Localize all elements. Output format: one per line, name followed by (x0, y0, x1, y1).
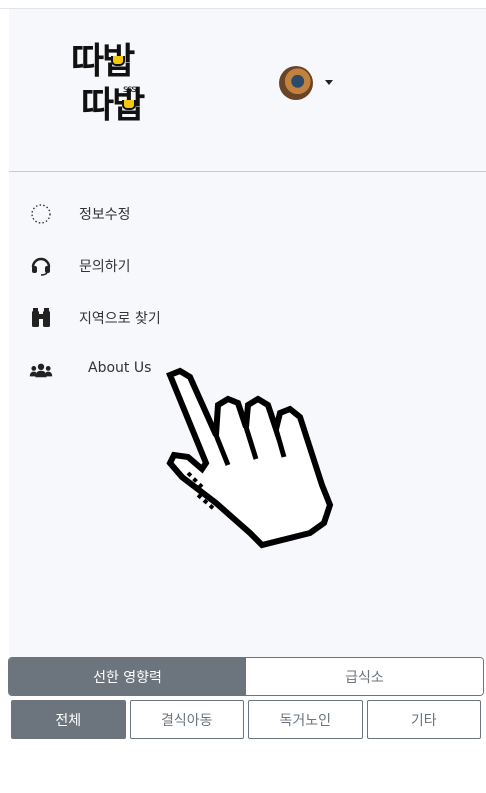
menu-item-label: 문의하기 (79, 259, 131, 275)
menu-item-about-us[interactable]: About Us (9, 350, 486, 390)
filter-all[interactable]: 전체 (11, 700, 126, 739)
avatar[interactable] (279, 66, 313, 100)
menu-item-edit-profile[interactable]: 정보수정 (9, 194, 486, 234)
menu-item-contact[interactable]: 문의하기 (9, 246, 486, 286)
menu-item-label: 지역으로 찾기 (79, 311, 161, 327)
top-divider (0, 0, 486, 9)
users-icon (29, 360, 53, 380)
category-tabs: 선한 영향력 급식소 (8, 657, 484, 696)
binoculars-icon (29, 308, 53, 328)
menu-item-label: 정보수정 (79, 207, 131, 223)
logo-bowl-icon (122, 100, 136, 110)
sidebar-header: 따밥 sss 따밥 (9, 9, 486, 172)
tab-good-influence[interactable]: 선한 영향력 (9, 658, 246, 695)
sidebar: 따밥 sss 따밥 정보수정 문의하기 지역으로 찾기 About Us (9, 9, 486, 657)
headset-icon (29, 256, 53, 276)
dotted-circle-icon (29, 204, 53, 224)
filter-tabs: 전체 결식아동 독거노인 기타 (11, 700, 481, 739)
filter-elderly[interactable]: 독거노인 (248, 700, 363, 739)
menu-item-search-region[interactable]: 지역으로 찾기 (9, 298, 486, 338)
logo-bowl-icon (111, 56, 125, 66)
menu-item-label: About Us (88, 360, 152, 376)
logo[interactable]: 따밥 sss 따밥 (67, 42, 159, 132)
filter-other[interactable]: 기타 (366, 700, 481, 739)
chevron-down-icon[interactable] (325, 80, 333, 85)
filter-children[interactable]: 결식아동 (129, 700, 244, 739)
tab-meal-center[interactable]: 급식소 (246, 658, 483, 695)
